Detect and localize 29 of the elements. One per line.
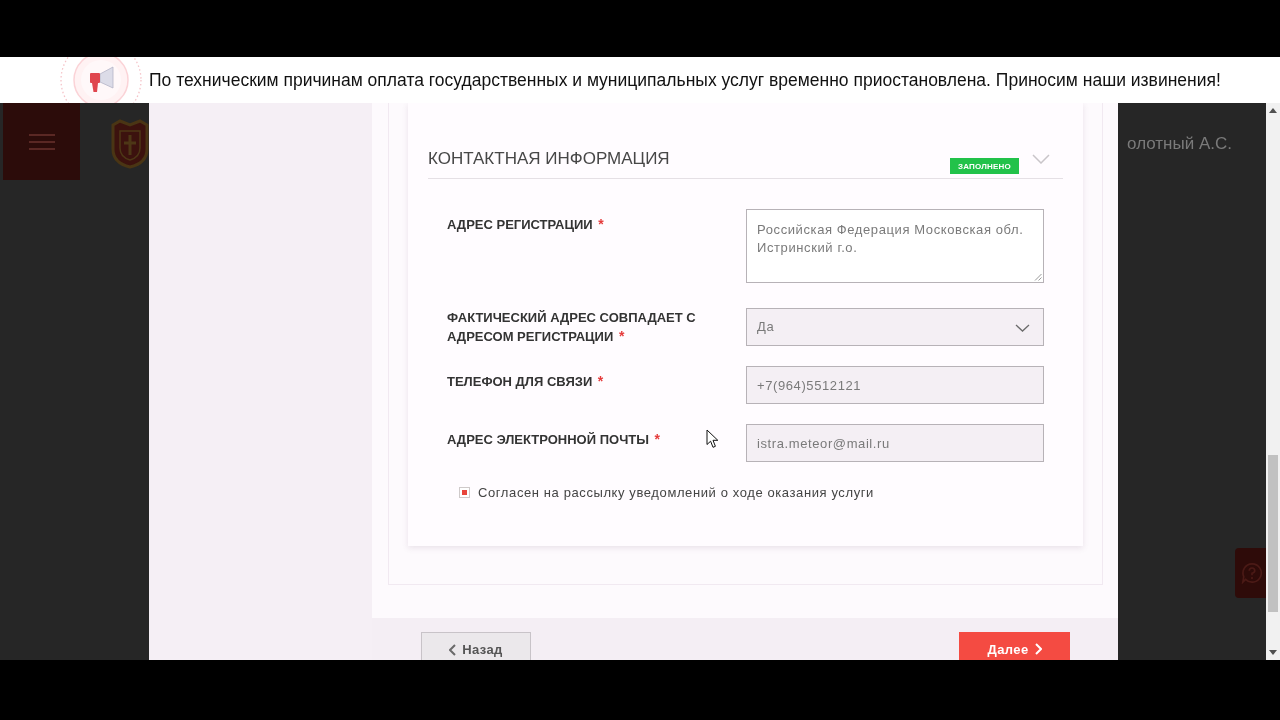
mouse-cursor-icon [706,429,719,449]
chevron-down-icon [1015,323,1030,332]
checkbox-label: Согласен на рассылку уведомлений о ходе оказания услуги [478,484,874,500]
field-label: ФАКТИЧЕСКИЙ АДРЕС СОВПАДАЕТ С АДРЕСОМ РЕГИСТРАЦИИ * [447,309,697,346]
field-label: ТЕЛЕФОН ДЛЯ СВЯЗИ * [447,372,604,391]
chevron-left-icon [449,643,457,656]
next-button[interactable]: Далее [959,632,1070,660]
status-badge: ЗАПОЛНЕНО [950,157,1019,174]
select-value: Да [757,318,775,334]
select-field[interactable]: Да [746,308,1044,346]
input-field[interactable]: +7(964)5512121 [746,366,1044,404]
input-field[interactable]: istra.meteor@mail.ru [746,424,1044,462]
scrollbar[interactable] [1266,103,1280,660]
resize-grip-icon [1034,273,1042,281]
chevron-right-icon [1034,643,1042,655]
menu-button[interactable] [3,103,80,180]
shield-emblem-logo [110,119,150,169]
help-button[interactable] [1235,548,1266,598]
address-textarea[interactable]: Российская Федерация Московская обл. Истринский г.о. [746,209,1044,283]
field-label: АДРЕС ЭЛЕКТРОННОЙ ПОЧТЫ * [447,430,660,449]
help-chat-icon [1241,562,1263,584]
section-title: КОНТАКТНАЯ ИНФОРМАЦИЯ [428,148,671,170]
checkbox[interactable] [459,486,470,498]
menu-icon [28,133,55,150]
user-name[interactable]: олотный А.С. [1127,134,1232,154]
chevron-down-icon[interactable] [1032,153,1050,164]
field-label: АДРЕС РЕГИСТРАЦИИ * [447,215,604,234]
notice-text: По техническим причинам оплата государственных и муниципальных услуг временно приостановлена. Приносим наши извинения! [149,69,1221,91]
back-button[interactable]: Назад [421,632,531,660]
